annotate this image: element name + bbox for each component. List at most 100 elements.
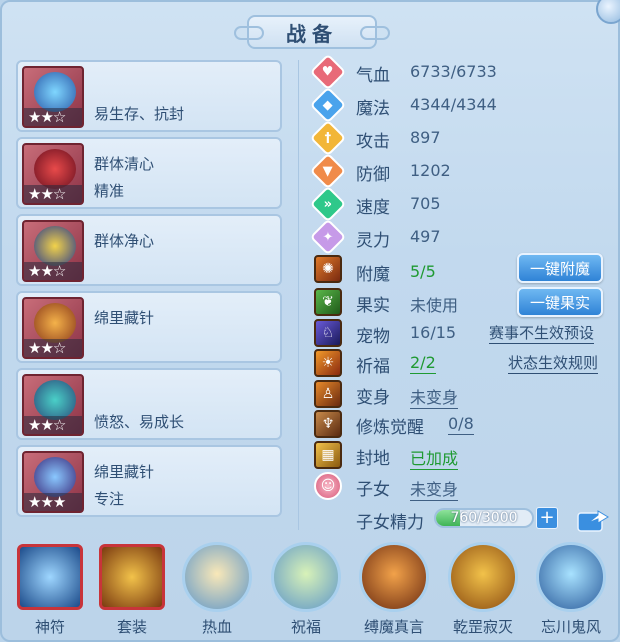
tab-label-rune[interactable]: 神符 [17,616,83,638]
attr-label-mp: 魔法 [356,99,390,119]
page-title: 战备 [247,15,377,49]
awaken-label: 修炼觉醒 [356,418,424,438]
attr-value-hp: 6733/6733 [410,62,497,81]
speed-icon: » [309,185,347,223]
skill-thumbnail: ★★☆ [22,143,84,205]
transform-label: 变身 [356,388,390,408]
pet-label: 宠物 [356,327,390,347]
tab-label-set[interactable]: 套装 [99,616,165,638]
skill-desc: 专注 [94,490,125,508]
skill-art-icon [34,72,76,112]
attr-label-hp: 气血 [356,66,390,86]
title-left-ornament [234,26,264,40]
skill-name: 绵里藏针 [94,309,155,327]
fief-value[interactable]: 已加成 [410,445,459,470]
bless-value: 2/2 [410,353,436,374]
transform-value[interactable]: 未变身 [410,384,459,409]
blessing-icon[interactable] [271,542,341,612]
skill-art-icon [34,226,76,266]
skill-desc: 易生存、抗封 [94,105,185,123]
fruit-label: 果实 [356,296,390,316]
attr-value-defense: 1202 [410,161,451,180]
attr-label-spirit: 灵力 [356,231,390,251]
spirit-icon: ✦ [309,218,347,256]
star-rating: ★★☆ [24,339,82,357]
auto-fruit-button[interactable]: 一键果实 [517,287,603,317]
tab-label-passion[interactable]: 热血 [182,616,252,638]
title-right-ornament [360,26,390,40]
skill-desc: 精准 [94,182,125,200]
skill-thumbnail: ★★☆ [22,374,84,436]
energy-label: 子女精力 [356,513,424,533]
fruit-icon: ❦ [314,288,342,316]
awaken-value-text: 0/8 [448,414,474,435]
fief-label: 封地 [356,449,390,469]
rune-icon[interactable] [17,544,83,610]
attr-value-attack: 897 [410,128,441,147]
sword-icon: † [309,119,347,157]
skill-thumbnail: ★★☆ [22,66,84,128]
enchant-label: 附魔 [356,265,390,285]
skill-art-icon [34,149,76,189]
annihilation-icon[interactable] [448,542,518,612]
event-preset-link[interactable]: 赛事不生效预设 [489,322,595,344]
pet-icon: ♘ [314,319,342,347]
skill-art-icon [34,457,76,497]
fruit-value: 未使用 [410,296,459,315]
skill-card-1[interactable]: ★★☆ 易生存、抗封 [16,60,282,132]
awaken-icon: ♆ [314,410,342,438]
skill-name: 群体净心 [94,232,155,250]
skill-name: 绵里藏针 [94,463,155,481]
binding-icon[interactable] [359,542,429,612]
heart-icon: ♥ [309,53,347,91]
bless-value-text: 2/2 [410,353,436,374]
skill-card-5[interactable]: ★★☆ 愤怒、易成长 [16,368,282,440]
skill-desc: 愤怒、易成长 [94,413,185,431]
child-value[interactable]: 未变身 [410,476,459,501]
star-rating: ★★☆ [24,108,82,126]
ghost-wind-icon[interactable] [536,542,606,612]
skill-thumbnail: ★★☆ [22,297,84,359]
bottom-tab-bar: 神符 套装 热血 祝福 缚魔真言 乾罡寂灭 忘川鬼风 [2,538,620,642]
tab-label-blessing[interactable]: 祝福 [271,616,341,638]
awaken-value[interactable]: 0/8 [448,414,474,435]
child-label: 子女 [356,480,390,500]
set-icon[interactable] [99,544,165,610]
attr-label-defense: 防御 [356,165,390,185]
tab-label-binding[interactable]: 缚魔真言 [354,616,434,638]
skill-name: 群体清心 [94,155,155,173]
star-rating: ★★☆ [24,185,82,203]
skill-art-icon [34,303,76,343]
tab-label-annihilation[interactable]: 乾罡寂灭 [443,616,523,638]
shield-icon: ▼ [309,152,347,190]
energy-bar: 760/3000 [434,508,534,528]
tab-label-ghost-wind[interactable]: 忘川鬼风 [531,616,611,638]
share-icon[interactable] [576,505,610,533]
star-rating: ★★★ [24,493,82,511]
bless-icon: ☀ [314,349,342,377]
passion-icon[interactable] [182,542,252,612]
star-rating: ★★☆ [24,416,82,434]
star-rating: ★★☆ [24,262,82,280]
auto-enchant-button[interactable]: 一键附魔 [517,253,603,283]
attr-value-mp: 4344/4344 [410,95,497,114]
column-divider [298,60,299,530]
add-energy-button[interactable]: + [536,507,558,529]
close-icon[interactable] [596,0,620,24]
skill-card-3[interactable]: ★★☆ 群体净心 [16,214,282,286]
skill-card-2[interactable]: ★★☆ 群体清心 精准 [16,137,282,209]
energy-value: 760/3000 [450,510,518,526]
battle-prep-panel: 战备 ★★☆ 易生存、抗封 ★★☆ 群体清心 精准 ★★☆ 群体净心 ★★☆ 绵… [0,0,620,642]
mana-icon: ◆ [309,86,347,124]
bless-label: 祈福 [356,357,390,377]
attr-value-spirit: 497 [410,227,441,246]
skill-card-6[interactable]: ★★★ 绵里藏针 专注 [16,445,282,517]
attr-label-attack: 攻击 [356,132,390,152]
skill-thumbnail: ★★☆ [22,220,84,282]
skill-card-4[interactable]: ★★☆ 绵里藏针 [16,291,282,363]
fief-value-text: 已加成 [410,449,459,470]
child-value-text: 未变身 [410,480,459,501]
status-rules-link[interactable]: 状态生效规则 [508,352,599,374]
title-bar: 战备 [230,12,394,52]
pet-value: 16/15 [410,323,457,342]
